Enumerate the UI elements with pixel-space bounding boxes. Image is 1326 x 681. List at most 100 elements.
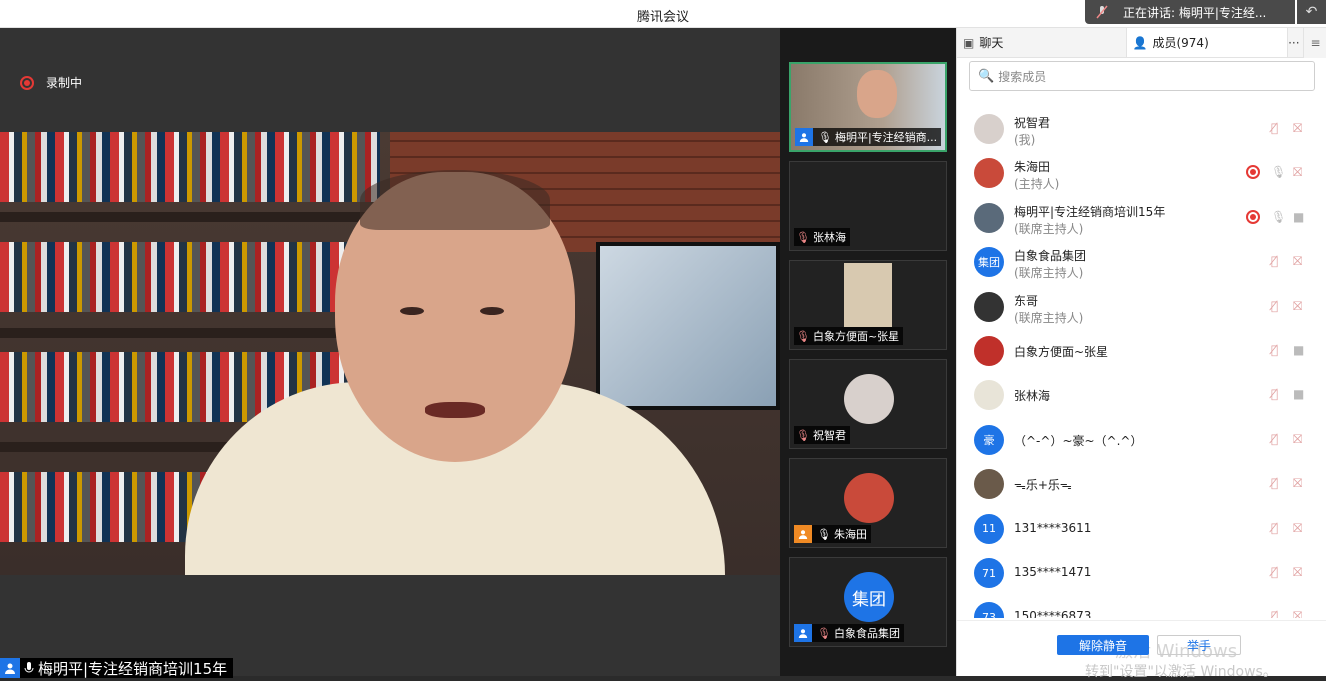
recording-indicator: 录制中 [20,74,82,91]
speaker-video [0,132,780,575]
avatar [974,380,1004,411]
camera-icon[interactable]: ■ [1293,343,1304,357]
mic-muted-icon[interactable]: 🎙̸ [1271,343,1278,357]
member-row[interactable]: 梅明平|专注经销商培训15年 (联席主持人) 🎙 ■ [957,195,1326,239]
mic-muted-icon[interactable]: 🎙̸ [1271,565,1278,579]
thumbnail-name: 朱海田 [833,528,867,541]
user-icon: 👤 [1132,35,1148,50]
camera-off-icon[interactable]: ⛝ [1293,254,1302,269]
mic-muted-icon[interactable]: 🎙̸ [1271,387,1278,401]
mic-muted-icon[interactable]: 🎙̸ [1271,121,1278,135]
mic-muted-icon[interactable]: 🎙̸ [1271,609,1278,618]
thumbnail-tile[interactable]: 🎙 张林海 [789,161,947,251]
member-row[interactable]: 豪 （^-^）~豪~（^.^） 🎙̸ ⛝ [957,417,1326,461]
avatar: 73 [974,602,1004,618]
member-name: 东哥 [1014,293,1039,308]
member-row[interactable]: 朱海田 (主持人) 🎙 ⛝ [957,150,1326,194]
main-speaker-name: 梅明平|专注经销商培训15年 [38,659,228,678]
more-icon[interactable]: ··· [1288,36,1299,50]
thumbnail-tile[interactable]: 🎙 梅明平|专注经销商... [789,62,947,152]
member-role: (联席主持人) [1014,310,1084,325]
camera-off-icon[interactable]: ⛝ [1293,121,1302,136]
unmute-button[interactable]: 解除静音 [1057,635,1149,655]
member-role: (我) [1014,133,1036,147]
avatar: 集团 [844,572,894,622]
avatar: 11 [974,513,1004,544]
mic-muted-icon: 🎙 [796,230,810,244]
camera-icon[interactable]: ■ [1293,387,1304,401]
camera-off-icon[interactable]: ⛝ [1293,432,1302,447]
mic-icon [24,662,34,673]
thumbnail-label: 🎙 张林海 [794,228,850,246]
camera-off-icon[interactable]: ⛝ [1293,521,1302,536]
search-icon: 🔍 [978,68,995,84]
mic-muted-icon[interactable]: 🎙̸ [1271,476,1278,490]
member-name: 150****6873 [1014,609,1092,618]
thumbnail-tile[interactable]: 🎙 祝智君 [789,359,947,449]
member-row[interactable]: 11 131****3611 🎙̸ ⛝ [957,506,1326,550]
tab-chat[interactable]: ▣ 聊天 [957,28,1127,57]
menu-icon[interactable]: ≡ [1303,28,1326,58]
member-row[interactable]: 白象方便面~张星 🎙̸ ■ [957,328,1326,372]
mic-muted-icon: 🎙 [796,329,810,343]
thumbnail-tile[interactable]: 🎙 白象方便面~张星 [789,260,947,350]
member-list: 祝智君 (我) 🎙̸ ⛝ 朱海田 (主持人) 🎙 ⛝ 梅明平|专注经销商培训15年 (联席主持人)… [957,106,1326,618]
main-video-area: 录制中 梅明平|专注经销商培训15年 [0,28,780,678]
mic-icon: 🎙 [817,527,831,541]
camera-off-icon[interactable]: ⛝ [1293,299,1302,314]
mic-muted-icon[interactable]: 🎙̸ [1271,432,1278,446]
camera-icon[interactable]: ■ [1293,210,1304,224]
panel-tabs: ▣ 聊天 👤 成员(974) ··· × ≡ [957,28,1326,58]
member-role: (主持人) [1014,177,1060,192]
eye [480,307,504,315]
camera-off-icon[interactable]: ⛝ [1293,476,1302,491]
member-row[interactable]: 71 135****1471 🎙̸ ⛝ [957,550,1326,594]
member-name: 131****3611 [1014,520,1092,535]
thumbnail-name: 祝智君 [812,429,846,442]
mic-icon[interactable]: 🎙 [1271,165,1286,179]
main-speaker-label: 梅明平|专注经销商培训15年 [0,658,234,678]
camera-off-icon[interactable]: ⛝ [1293,565,1302,580]
mic-muted-icon[interactable]: 🎙̸ [1271,521,1278,535]
camera-off-icon[interactable]: ⛝ [1293,165,1302,180]
tab-members[interactable]: 👤 成员(974) [1126,28,1289,57]
member-name: ᯓ乐+乐ᯓ [1014,478,1072,493]
mic-icon: 🎙 [818,130,832,144]
thumbnail-name: 白象食品集团 [833,627,900,640]
recording-icon [1246,165,1260,180]
thumbnail-name: 梅明平|专注经销商... [834,131,938,144]
activation-watermark-hint: 转到"设置"以激活 Windows。 [1085,664,1277,680]
search-input[interactable]: 🔍 搜索成员 [969,61,1315,91]
search-placeholder: 搜索成员 [998,69,1047,84]
member-name: 白象方便面~张星 [1014,345,1109,359]
raise-hand-button[interactable]: 举手 [1157,635,1241,655]
avatar [974,336,1004,366]
speaker-face [857,70,897,118]
member-row[interactable]: 73 150****6873 🎙̸ ⛝ [957,594,1326,618]
thumbnail-label: 🎙 白象食品集团 [794,624,904,642]
thumbnail-label: 🎙 白象方便面~张星 [794,327,904,345]
user-icon [794,624,812,642]
speaking-text: 正在讲话: 梅明平|专注经... [1123,5,1267,20]
member-row[interactable]: 东哥 (联席主持人) 🎙̸ ⛝ [957,284,1326,328]
chat-icon: ▣ [963,35,975,50]
speaking-banner[interactable]: 正在讲话: 梅明平|专注经... [1085,0,1295,24]
member-row[interactable]: 张林海 🎙̸ ■ [957,372,1326,416]
mouth [425,402,485,418]
member-row[interactable]: 祝智君 (我) 🎙̸ ⛝ [957,106,1326,150]
back-icon[interactable]: ↶ [1297,0,1326,24]
member-row[interactable]: 集团 白象食品集团 (联席主持人) 🎙̸ ⛝ [957,239,1326,283]
member-name: 祝智君 [1014,116,1051,130]
hair [360,170,550,230]
mic-muted-icon[interactable]: 🎙̸ [1271,254,1278,268]
member-row[interactable]: ᯓ乐+乐ᯓ 🎙̸ ⛝ [957,461,1326,505]
mic-muted-icon[interactable]: 🎙̸ [1271,299,1278,313]
camera-off-icon[interactable]: ⛝ [1293,609,1302,618]
thumbnail-tile[interactable]: 集团 🎙 白象食品集团 [789,557,947,647]
user-icon [0,658,20,678]
mic-muted-icon [1096,5,1108,19]
members-panel: ▣ 聊天 👤 成员(974) ··· × ≡ 🔍 搜索成员 祝智君(我)🎙̸⛝朱… [956,28,1326,680]
thumbnail-tile[interactable]: 🎙 朱海田 [789,458,947,548]
mic-icon[interactable]: 🎙 [1271,210,1286,224]
thumbnail-label: 🎙 梅明平|专注经销商... [795,128,942,146]
